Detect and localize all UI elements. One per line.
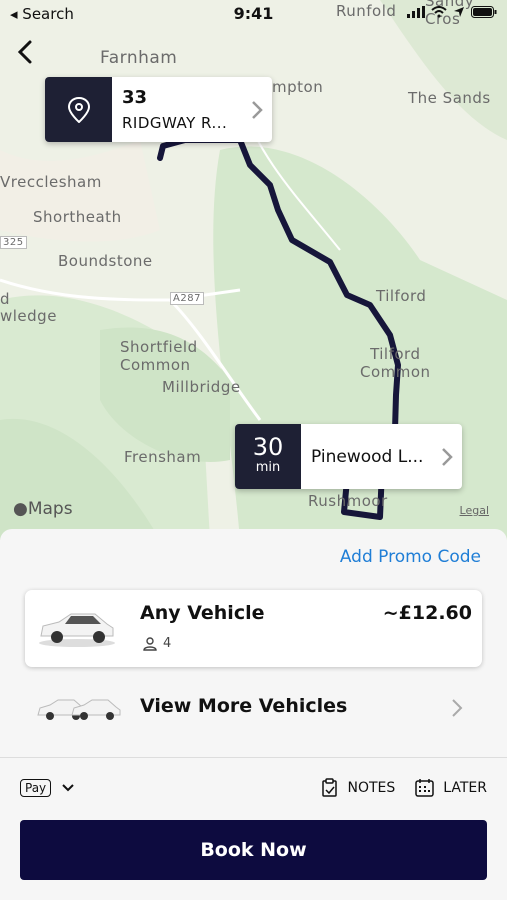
pickup-house-number: 33 bbox=[122, 87, 148, 108]
car-icon bbox=[39, 613, 115, 647]
signal-icon bbox=[407, 6, 425, 18]
road-shield-a287: A287 bbox=[170, 292, 204, 305]
status-bar: ◂ Search 9:41 bbox=[0, 0, 507, 28]
vehicle-name: Any Vehicle bbox=[140, 602, 265, 624]
apple-icon: ● bbox=[13, 499, 28, 519]
cars-icon bbox=[37, 699, 121, 720]
divider bbox=[0, 757, 507, 758]
map-label-wrecclesham: Vrecclesham bbox=[0, 173, 102, 191]
map-label-boundstone: Boundstone bbox=[58, 252, 153, 270]
pickup-marker bbox=[45, 77, 112, 142]
notes-label: NOTES bbox=[347, 780, 396, 796]
road-shield-325: 325 bbox=[0, 236, 27, 249]
location-arrow-icon bbox=[454, 7, 464, 17]
map-label-the-sands: The Sands bbox=[408, 89, 491, 107]
seat-count-value: 4 bbox=[163, 636, 172, 651]
chevron-right-icon bbox=[252, 100, 263, 119]
destination-callout[interactable]: 30 min Pinewood L... bbox=[235, 424, 462, 489]
add-promo-code-link[interactable]: Add Promo Code bbox=[340, 547, 481, 567]
later-button[interactable]: LATER bbox=[415, 778, 487, 798]
map-label-millbridge: Millbridge bbox=[162, 378, 241, 396]
wifi-icon bbox=[431, 6, 447, 18]
apple-pay-badge: Pay bbox=[20, 779, 52, 797]
map-label-shortheath: Shortheath bbox=[33, 208, 122, 226]
map-label-tilford-common: Tilford Common bbox=[360, 345, 431, 381]
person-icon bbox=[143, 636, 157, 651]
eta-badge: 30 min bbox=[235, 424, 301, 489]
pickup-street: RIDGWAY R... bbox=[122, 114, 228, 132]
view-more-vehicles-label: View More Vehicles bbox=[140, 695, 348, 717]
chevron-left-icon bbox=[17, 40, 32, 64]
chevron-down-icon bbox=[62, 784, 74, 792]
map-label-rushmoor: Rushmoor bbox=[308, 492, 388, 510]
vehicle-price: ~£12.60 bbox=[382, 602, 472, 624]
booking-sheet: Add Promo Code Any Vehicle 4 ~£12.60 Vie… bbox=[0, 529, 507, 900]
map-label-d: d bbox=[0, 290, 11, 308]
chevron-right-icon bbox=[442, 447, 453, 466]
notes-button[interactable]: NOTES bbox=[321, 778, 395, 798]
book-now-button[interactable]: Book Now bbox=[20, 820, 487, 880]
pickup-callout[interactable]: 33 RIDGWAY R... bbox=[45, 77, 272, 142]
notes-icon bbox=[322, 778, 338, 797]
calendar-icon bbox=[415, 779, 434, 797]
location-pin-icon bbox=[67, 96, 90, 123]
battery-icon bbox=[471, 6, 497, 18]
map-label-farnham: Farnham bbox=[100, 48, 178, 68]
map-label-wledge: wledge bbox=[0, 307, 57, 325]
seat-count: 4 bbox=[143, 636, 171, 651]
eta-unit: min bbox=[255, 460, 281, 475]
back-button[interactable] bbox=[12, 36, 40, 68]
map-label-tilford: Tilford bbox=[376, 287, 427, 305]
apple-maps-logo: ●Maps bbox=[13, 499, 73, 519]
legal-link[interactable]: Legal bbox=[460, 504, 489, 517]
map-label-shortfield-common: Shortfield Common bbox=[120, 338, 198, 374]
later-label: LATER bbox=[443, 780, 487, 796]
destination-name: Pinewood L... bbox=[311, 446, 424, 467]
map-label-compton: mpton bbox=[272, 78, 324, 96]
payment-method-selector[interactable]: Pay bbox=[20, 777, 75, 799]
eta-value: 30 bbox=[252, 433, 284, 461]
chevron-right-icon bbox=[452, 699, 463, 717]
view-more-vehicles-row[interactable]: View More Vehicles bbox=[0, 679, 507, 735]
vehicle-option-any[interactable]: Any Vehicle 4 ~£12.60 bbox=[25, 590, 482, 667]
map-label-frensham: Frensham bbox=[124, 448, 202, 466]
